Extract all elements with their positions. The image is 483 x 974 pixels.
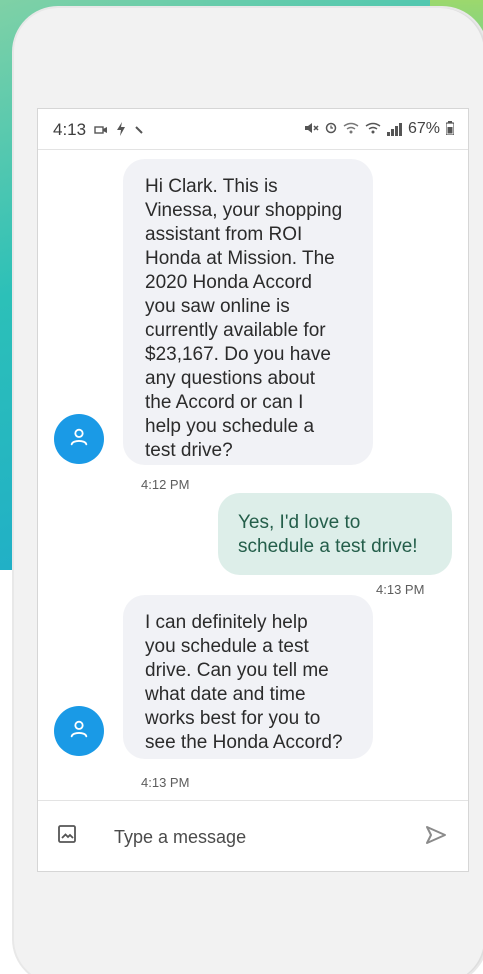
person-icon — [68, 718, 90, 745]
message-timestamp: 4:13 PM — [376, 582, 425, 597]
image-button[interactable] — [56, 824, 78, 849]
outgoing-message-bubble: Yes, I'd love to schedule a test drive! — [218, 493, 452, 575]
wave-icon — [134, 124, 144, 137]
messaging-screen: 4:13 67% Hi Clark. This is Vinessa, your… — [37, 108, 469, 872]
video-camera-icon — [94, 124, 108, 137]
status-bar: 4:13 67% — [38, 109, 468, 150]
send-icon — [424, 823, 448, 852]
send-button[interactable] — [422, 823, 450, 851]
battery-percentage: 67% — [407, 120, 440, 137]
mute-icon — [304, 122, 319, 136]
message-timestamp: 4:12 PM — [141, 477, 190, 492]
incoming-message-bubble: Hi Clark. This is Vinessa, your shopping… — [123, 159, 373, 465]
image-icon — [57, 824, 77, 849]
charging-bolt-icon — [116, 122, 126, 138]
signal-icon — [386, 122, 402, 136]
message-thread: Hi Clark. This is Vinessa, your shopping… — [38, 150, 468, 800]
message-composer — [38, 800, 468, 873]
message-input[interactable] — [112, 819, 406, 855]
wifi-icon — [343, 122, 359, 136]
sender-avatar[interactable] — [54, 706, 104, 756]
person-icon — [68, 426, 90, 453]
message-timestamp: 4:13 PM — [141, 775, 190, 790]
alarm-icon — [325, 122, 337, 136]
battery-icon — [445, 121, 455, 137]
incoming-message-bubble: I can definitely help you schedule a tes… — [123, 595, 373, 759]
volte-icon — [365, 122, 381, 136]
sender-avatar[interactable] — [54, 414, 104, 464]
app-screenshot: 4:13 67% Hi Clark. This is Vinessa, your… — [0, 0, 483, 974]
status-left-group: 4:13 — [53, 120, 144, 140]
status-right-group: 67% — [304, 120, 455, 138]
status-time: 4:13 — [53, 120, 87, 139]
